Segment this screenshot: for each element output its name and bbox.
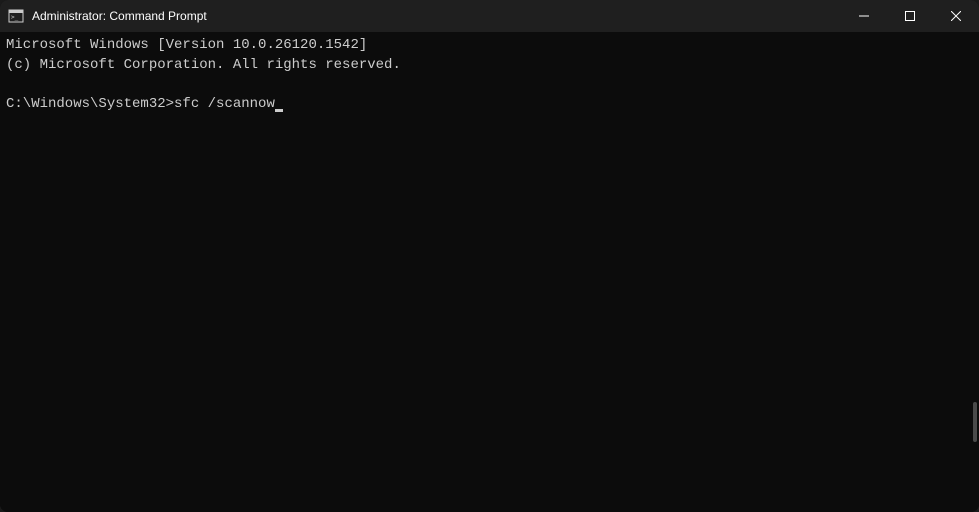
copyright-line: (c) Microsoft Corporation. All rights re… (6, 56, 973, 76)
prompt-path: C:\Windows\System32> (6, 96, 174, 112)
titlebar[interactable]: >_ Administrator: Command Prompt (0, 0, 979, 32)
minimize-button[interactable] (841, 0, 887, 32)
scrollbar-track[interactable] (973, 32, 977, 512)
cursor-icon (275, 109, 283, 112)
window-controls (841, 0, 979, 32)
scrollbar-thumb[interactable] (973, 402, 977, 442)
prompt-line: C:\Windows\System32>sfc /scannow (6, 95, 973, 115)
cmd-icon: >_ (8, 8, 24, 24)
window-title: Administrator: Command Prompt (32, 9, 841, 23)
empty-line (6, 75, 973, 95)
command-prompt-window: >_ Administrator: Command Prompt (0, 0, 979, 512)
typed-command: sfc /scannow (174, 96, 275, 112)
svg-text:>_: >_ (11, 14, 19, 21)
terminal-content[interactable]: Microsoft Windows [Version 10.0.26120.15… (0, 32, 979, 512)
version-line: Microsoft Windows [Version 10.0.26120.15… (6, 36, 973, 56)
maximize-button[interactable] (887, 0, 933, 32)
close-button[interactable] (933, 0, 979, 32)
